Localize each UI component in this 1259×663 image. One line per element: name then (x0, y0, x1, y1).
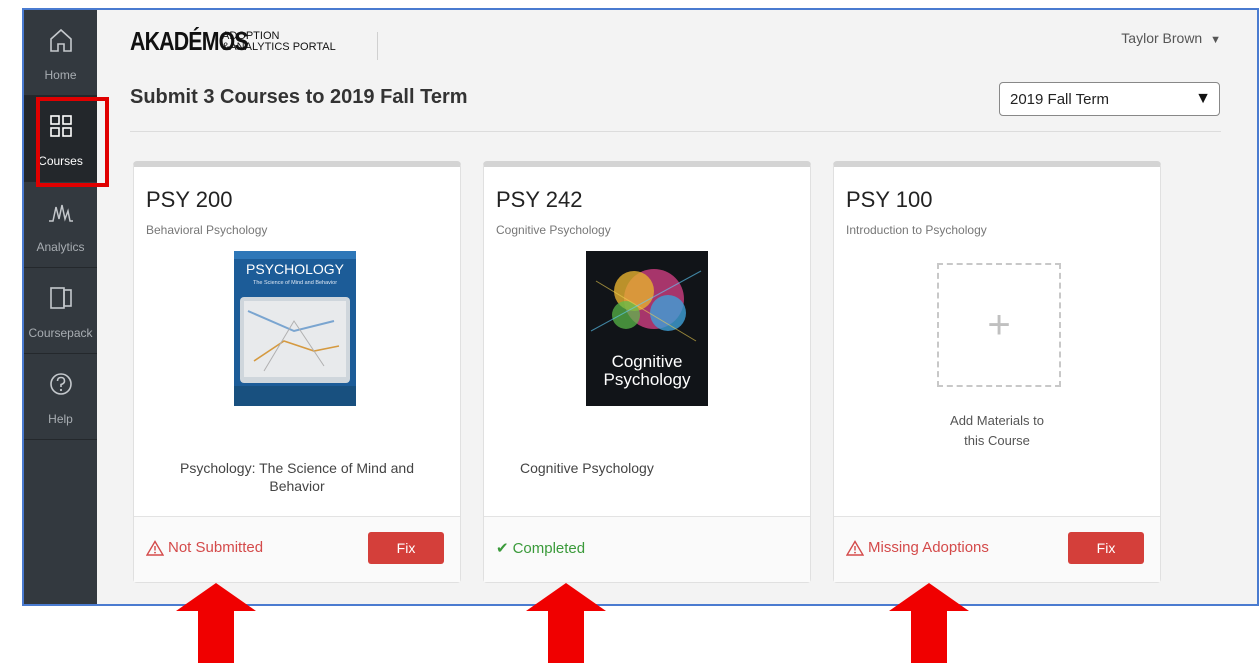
card-footer: Missing Adoptions Fix (834, 516, 1160, 582)
book-title: Cognitive Psychology (520, 460, 654, 476)
add-materials-text: Add Materials to this Course (950, 413, 1044, 448)
course-code: PSY 242 (496, 187, 583, 212)
term-select[interactable]: 2019 Fall Term ▼ (999, 82, 1220, 116)
analytics-icon (24, 198, 97, 226)
course-code: PSY 200 (146, 187, 233, 212)
sidebar-item-label: Coursepack (28, 326, 93, 340)
sidebar-item-coursepack[interactable]: Coursepack (24, 268, 97, 354)
svg-text:Psychology: Psychology (604, 370, 691, 389)
course-card[interactable]: PSY 242 Cognitive Psychology Cognitive P… (483, 161, 811, 583)
book-cover[interactable]: PSYCHOLOGY The Science of Mind and Behav… (234, 251, 356, 406)
warning-icon (146, 539, 164, 556)
svg-text:The Science of Mind and Behavi: The Science of Mind and Behavior (253, 280, 337, 286)
user-menu[interactable]: Taylor Brown ▼ (1121, 30, 1221, 46)
sidebar-item-label: Help (48, 412, 73, 426)
check-icon: ✔ (496, 540, 509, 557)
sidebar-item-label: Analytics (36, 240, 85, 254)
book-title: Psychology: The Science of Mind and Beha… (180, 460, 414, 494)
svg-text:PSYCHOLOGY: PSYCHOLOGY (246, 261, 345, 277)
book-cover[interactable]: Cognitive Psychology (586, 251, 708, 406)
sidebar-item-help[interactable]: Help (24, 354, 97, 440)
course-card[interactable]: PSY 200 Behavioral Psychology PSYCHOLOGY… (133, 161, 461, 583)
fix-button[interactable]: Fix (1068, 532, 1144, 564)
status-text: Completed (512, 539, 586, 557)
user-name: Taylor Brown (1121, 30, 1203, 46)
term-select-value: 2019 Fall Term (1010, 91, 1109, 108)
card-footer: ✔ Completed (484, 516, 810, 582)
app-window: Home Courses Analytics Coursepack Help A… (22, 8, 1259, 606)
chevron-down-icon: ▼ (1210, 34, 1221, 46)
add-materials-button[interactable]: + (937, 263, 1061, 387)
course-name: Cognitive Psychology (496, 223, 611, 237)
sidebar-item-analytics[interactable]: Analytics (24, 182, 97, 268)
status-badge: Missing Adoptions (846, 539, 989, 556)
divider (377, 32, 378, 60)
annotation-arrow (176, 583, 256, 663)
card-footer: Not Submitted Fix (134, 516, 460, 582)
fix-button[interactable]: Fix (368, 532, 444, 564)
plus-icon: + (987, 302, 1011, 347)
status-badge: Not Submitted (146, 539, 263, 556)
course-card[interactable]: PSY 100 Introduction to Psychology + Add… (833, 161, 1161, 583)
sidebar-item-home[interactable]: Home (24, 10, 97, 96)
divider (130, 131, 1221, 132)
logo-wordmark: AKADÉMOS (130, 26, 249, 56)
logo: AKADÉMOS ADOPTION &ANALYTICS PORTAL (130, 28, 336, 54)
course-name: Behavioral Psychology (146, 223, 268, 237)
caret-down-icon: ▼ (1195, 90, 1211, 107)
status-text: Missing Adoptions (868, 539, 989, 556)
status-badge: ✔ Completed (496, 539, 586, 558)
course-name: Introduction to Psychology (846, 223, 987, 237)
status-text: Not Submitted (168, 539, 264, 556)
coursepack-icon (24, 284, 97, 312)
page-title: Submit 3 Courses to 2019 Fall Term (130, 86, 468, 108)
course-code: PSY 100 (846, 187, 933, 212)
annotation-arrow (889, 583, 969, 663)
add-materials-label: Add Materials to this Course (834, 411, 1160, 451)
help-icon (24, 370, 97, 398)
sidebar-item-label: Home (44, 68, 77, 82)
main-content: AKADÉMOS ADOPTION &ANALYTICS PORTAL Tayl… (97, 10, 1257, 604)
home-icon (24, 26, 97, 54)
warning-icon (846, 539, 864, 556)
annotation-arrow (526, 583, 606, 663)
svg-text:Cognitive: Cognitive (612, 352, 683, 371)
annotation-highlight-box (36, 97, 109, 187)
